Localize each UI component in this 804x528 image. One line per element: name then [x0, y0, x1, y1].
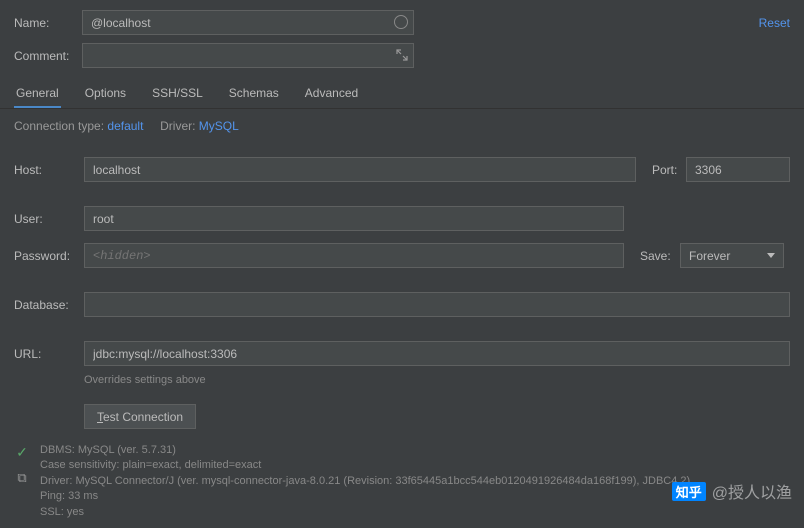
port-label: Port: [636, 163, 686, 177]
save-label: Save: [624, 249, 680, 263]
user-input[interactable] [84, 206, 624, 231]
conn-type-label: Connection type: [14, 119, 104, 133]
comment-label: Comment: [14, 49, 82, 63]
save-value: Forever [689, 249, 730, 263]
password-label: Password: [14, 249, 84, 263]
host-input[interactable] [84, 157, 636, 182]
chevron-down-icon [767, 253, 775, 258]
host-label: Host: [14, 163, 84, 177]
tab-advanced[interactable]: Advanced [303, 78, 360, 108]
name-input[interactable] [82, 10, 414, 35]
user-label: User: [14, 212, 84, 226]
driver-link[interactable]: MySQL [199, 119, 239, 133]
database-input[interactable] [84, 292, 790, 317]
url-input[interactable] [84, 341, 790, 366]
password-input[interactable] [84, 243, 624, 268]
database-label: Database: [14, 298, 84, 312]
status-text: DBMS: MySQL (ver. 5.7.31) Case sensitivi… [40, 443, 690, 520]
url-label: URL: [14, 347, 84, 361]
watermark: 知乎 @授人以渔 [672, 479, 792, 503]
driver-label: Driver: [160, 119, 195, 133]
conn-type-link[interactable]: default [107, 119, 143, 133]
copy-icon[interactable]: ⧉ [17, 469, 26, 487]
port-input[interactable] [686, 157, 790, 182]
save-select[interactable]: Forever [680, 243, 784, 268]
zhihu-logo: 知乎 [672, 482, 706, 501]
tab-options[interactable]: Options [83, 78, 128, 108]
tab-schemas[interactable]: Schemas [227, 78, 281, 108]
expand-icon[interactable] [396, 49, 408, 61]
comment-input[interactable] [82, 43, 414, 68]
name-label: Name: [14, 16, 82, 30]
tabs-bar: General Options SSH/SSL Schemas Advanced [0, 78, 804, 109]
check-icon: ✓ [16, 443, 28, 463]
reset-link[interactable]: Reset [739, 16, 790, 30]
test-connection-button[interactable]: Test Connection [84, 404, 196, 429]
tab-ssh-ssl[interactable]: SSH/SSL [150, 78, 205, 108]
color-circle-icon[interactable] [394, 15, 408, 29]
tab-general[interactable]: General [14, 78, 61, 108]
url-hint: Overrides settings above [0, 372, 804, 388]
